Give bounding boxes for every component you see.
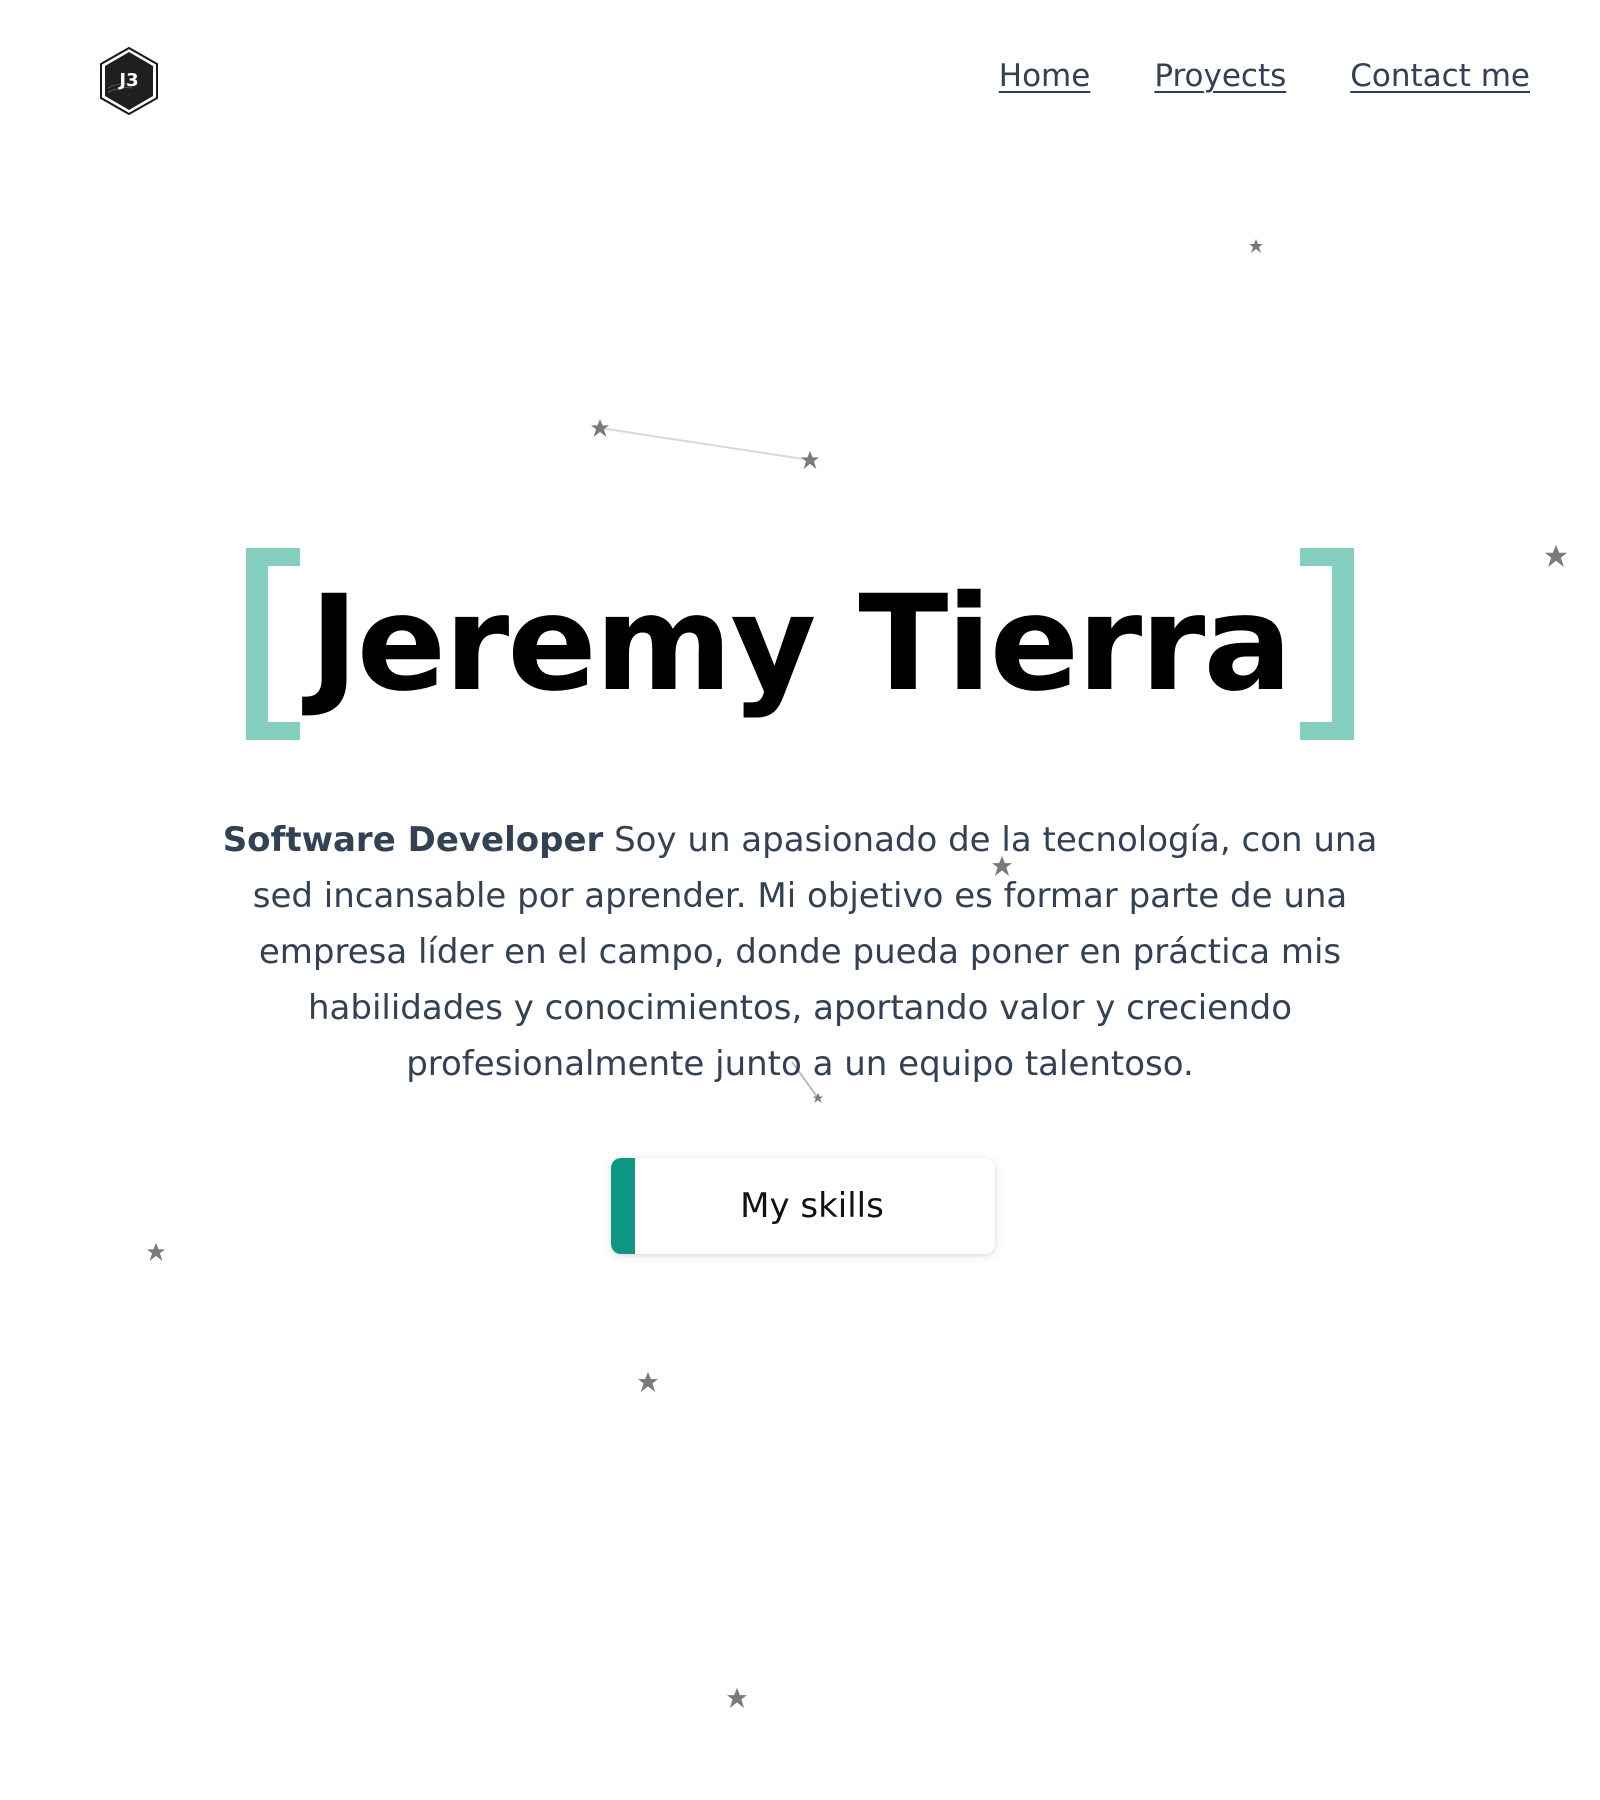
my-skills-button[interactable]: My skills <box>611 1158 995 1254</box>
hero-title: Jeremy Tierra <box>0 548 1600 740</box>
left-bracket-icon <box>245 548 302 740</box>
star-icon <box>801 451 819 469</box>
svg-text:·: · <box>128 92 129 97</box>
hexagon-logo-icon: J3 · <box>100 46 158 116</box>
hero-description: Software Developer Soy un apasionado de … <box>220 812 1380 1092</box>
main-nav: Home Proyects Contact me <box>999 58 1530 94</box>
title-wrap: Jeremy Tierra <box>245 548 1355 740</box>
hero-role: Software Developer <box>222 820 604 860</box>
star-icon <box>813 1093 823 1103</box>
star-icon <box>638 1372 658 1392</box>
star-icon <box>1249 239 1263 253</box>
logo-text: J3 <box>117 70 138 91</box>
hero-name: Jeremy Tierra <box>309 567 1293 721</box>
star-icon <box>727 1688 747 1708</box>
star-icon <box>591 419 609 437</box>
nav-link-home[interactable]: Home <box>999 58 1091 94</box>
page: J3 · Home Proyects Contact me Jeremy Tie… <box>0 0 1600 1800</box>
my-skills-label: My skills <box>740 1186 884 1226</box>
button-accent-bar <box>611 1158 635 1254</box>
right-bracket-icon <box>1298 548 1355 740</box>
star-link-line <box>599 427 811 461</box>
star-icon <box>147 1243 165 1261</box>
nav-link-contact[interactable]: Contact me <box>1350 58 1530 94</box>
nav-link-proyects[interactable]: Proyects <box>1154 58 1286 94</box>
site-logo[interactable]: J3 · <box>98 46 160 116</box>
